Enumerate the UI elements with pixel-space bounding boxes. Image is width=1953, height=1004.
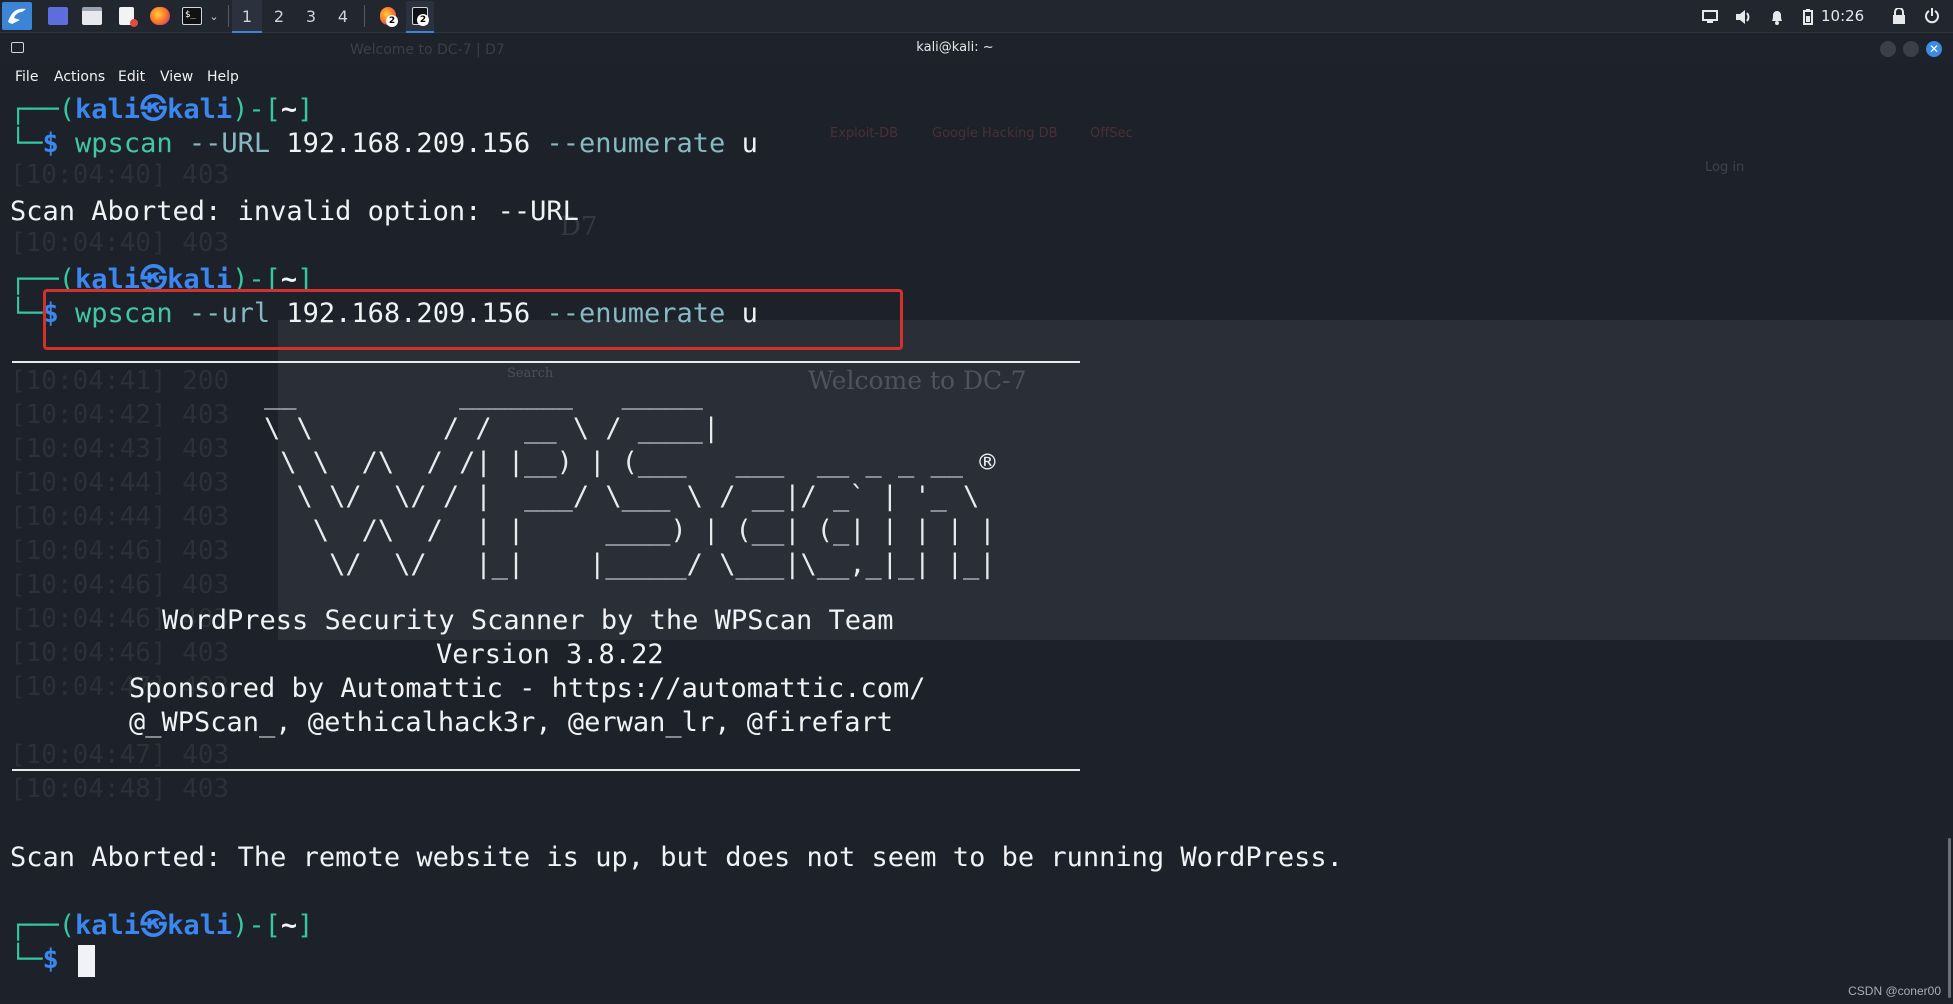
workspace-4[interactable]: 4	[328, 0, 358, 33]
ghost-bookmark: OffSec	[1090, 126, 1133, 141]
display-icon[interactable]	[1702, 0, 1718, 33]
highlight-annotation	[43, 289, 903, 350]
minimize-button[interactable]	[1880, 41, 1896, 57]
clock[interactable]: 10:26	[1821, 0, 1864, 33]
workspace-1[interactable]: 1	[232, 0, 262, 33]
terminal-scrollbar[interactable]	[1948, 838, 1951, 998]
task-terminal-button[interactable]: 2	[406, 1, 434, 33]
firefox-icon[interactable]	[146, 3, 174, 29]
ghost-log-line: [10:04:47] 403	[10, 740, 230, 770]
menu-edit[interactable]: Edit	[118, 63, 145, 91]
task-count-badge: 2	[417, 14, 429, 26]
window-title: kali@kali: ~	[916, 40, 994, 55]
power-icon[interactable]	[1924, 0, 1940, 33]
panel-separator	[228, 5, 229, 27]
banner-line: Sponsored by Automattic - https://automa…	[129, 673, 926, 704]
banner-rule-top	[12, 361, 1080, 363]
workspace-3[interactable]: 3	[296, 0, 326, 33]
command-line: └─$	[10, 944, 59, 975]
task-count-badge: 2	[386, 15, 398, 27]
close-button[interactable]: ✕	[1926, 41, 1942, 57]
csdn-watermark: CSDN @coner00	[1848, 984, 1941, 998]
ghost-log-line: [10:04:40] 403	[10, 228, 230, 258]
menu-actions[interactable]: Actions	[54, 63, 105, 91]
terminal-cursor	[78, 945, 95, 977]
menu-bar: File Actions Edit View Help	[0, 63, 1953, 91]
ghost-log-line: [10:04:48] 403	[10, 774, 230, 804]
banner-rule-bottom	[12, 769, 1080, 771]
panel-separator	[364, 5, 365, 27]
ghost-browser-tab: Welcome to DC-7 | D7	[350, 42, 505, 58]
prompt-line-top: ┌──(kali㉿kali)-[~]	[10, 910, 314, 941]
command-line: └─$ wpscan --URL 192.168.209.156 --enume…	[10, 128, 758, 159]
notification-bell-icon[interactable]	[1770, 0, 1784, 33]
banner-line: @_WPScan_, @ethicalhack3r, @erwan_lr, @f…	[129, 707, 894, 738]
maximize-button[interactable]	[1903, 41, 1919, 57]
ghost-bookmark: Google Hacking DB	[932, 126, 1058, 141]
show-desktop-icon[interactable]	[44, 3, 72, 29]
close-icon: ✕	[1928, 42, 1940, 56]
top-panel: $_ ⌄ 1 2 3 4 2 2 10:26	[0, 0, 1953, 33]
prompt-line-top: ┌──(kali㉿kali)-[~]	[10, 94, 314, 125]
error-message: Scan Aborted: invalid option: --URL	[10, 196, 579, 227]
wpscan-ascii-logo: __ _______ _____ \ \ / / __ \ / ____| \ …	[264, 379, 996, 580]
ghost-log-line: [10:04:46] 403	[10, 638, 230, 668]
file-manager-icon[interactable]	[78, 3, 106, 29]
volume-icon[interactable]	[1735, 0, 1753, 33]
task-firefox-button[interactable]: 2	[374, 3, 402, 29]
banner-line: WordPress Security Scanner by the WPScan…	[162, 605, 894, 636]
ghost-bookmark: Exploit-DB	[830, 126, 899, 141]
ghost-login-link: Log in	[1705, 160, 1745, 175]
menu-file[interactable]: File	[15, 63, 38, 91]
chevron-down-icon[interactable]: ⌄	[206, 3, 222, 29]
kali-menu-icon[interactable]	[2, 2, 32, 30]
text-editor-icon[interactable]	[112, 3, 140, 29]
menu-view[interactable]: View	[160, 63, 193, 91]
error-message: Scan Aborted: The remote website is up, …	[10, 842, 1343, 873]
lock-screen-icon[interactable]	[1892, 0, 1906, 33]
window-titlebar[interactable]: kali@kali: ~ ✕	[0, 33, 1953, 63]
banner-line: Version 3.8.22	[436, 639, 664, 670]
workspace-2[interactable]: 2	[264, 0, 294, 33]
menu-help[interactable]: Help	[207, 63, 239, 91]
battery-icon[interactable]	[1803, 0, 1813, 33]
terminal-launcher-icon[interactable]: $_	[178, 3, 206, 29]
ghost-log-line: [10:04:40] 403	[10, 160, 230, 190]
